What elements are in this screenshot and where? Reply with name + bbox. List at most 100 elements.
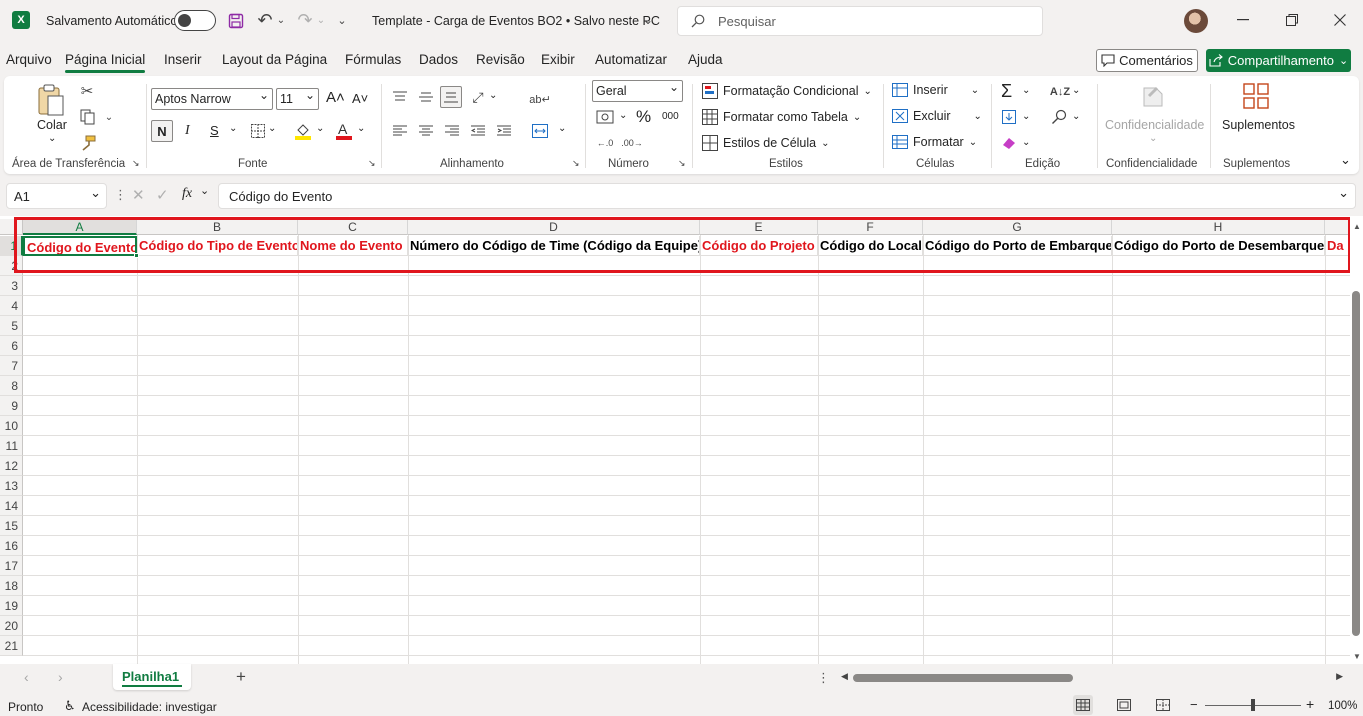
row-header-4[interactable]: 4 xyxy=(0,296,23,316)
align-bottom-icon[interactable] xyxy=(440,86,462,108)
sheet-tab-planilha1[interactable]: Planilha1 xyxy=(113,664,191,690)
format-cells-button[interactable]: Formatar ⌄ xyxy=(892,135,977,149)
merge-dropdown-icon[interactable]: ⌄ xyxy=(558,123,566,134)
add-sheet-button[interactable]: + xyxy=(236,667,246,687)
font-color-dropdown-icon[interactable]: ⌄ xyxy=(357,123,365,134)
format-as-table-button[interactable]: Formatar como Tabela ⌄ xyxy=(702,109,861,125)
minimize-icon[interactable] xyxy=(1235,12,1251,28)
accounting-dropdown-icon[interactable]: ⌄ xyxy=(619,110,627,121)
save-icon[interactable] xyxy=(227,12,245,30)
align-middle-icon[interactable] xyxy=(417,88,435,106)
bold-button[interactable]: N xyxy=(151,120,173,142)
file-title[interactable]: Template - Carga de Eventos BO2 • Salvo … xyxy=(372,0,660,42)
row-header-6[interactable]: 6 xyxy=(0,336,23,356)
tab-inserir[interactable]: Inserir xyxy=(164,52,202,67)
row-header-21[interactable]: 21 xyxy=(0,636,23,656)
row-header-20[interactable]: 20 xyxy=(0,616,23,636)
wrap-text-icon[interactable]: ab↵ xyxy=(529,88,550,110)
scroll-up-icon[interactable]: ▲ xyxy=(1353,222,1361,231)
tab-automatizar[interactable]: Automatizar xyxy=(595,52,667,67)
search-box[interactable]: Pesquisar xyxy=(677,6,1043,36)
autosum-icon[interactable]: Σ xyxy=(1001,81,1012,102)
next-sheet-icon[interactable]: › xyxy=(58,669,63,685)
page-break-view-icon[interactable] xyxy=(1155,697,1171,713)
find-select-dropdown-icon[interactable]: ⌄ xyxy=(1072,111,1080,122)
row-header-5[interactable]: 5 xyxy=(0,316,23,336)
orientation-icon[interactable]: ⤢ xyxy=(469,88,487,106)
borders-dropdown-icon[interactable]: ⌄ xyxy=(268,123,276,134)
customize-toolbar-icon[interactable]: ⌄ xyxy=(335,12,349,28)
row-header-11[interactable]: 11 xyxy=(0,436,23,456)
fill-color-icon[interactable] xyxy=(294,121,312,141)
row-header-8[interactable]: 8 xyxy=(0,376,23,396)
paste-dropdown-icon[interactable]: ⌄ xyxy=(48,133,56,144)
fill-icon[interactable] xyxy=(1000,108,1018,126)
spreadsheet-grid[interactable]: A B C D E F G H 1 2 3 4 5 6 7 8 9 10 11 12 13 14 15 16 1… xyxy=(0,216,1350,664)
row-header-3[interactable]: 3 xyxy=(0,276,23,296)
undo-dropdown-icon[interactable]: ⌄ xyxy=(276,12,286,28)
addins-button[interactable]: Suplementos xyxy=(1222,118,1295,132)
cut-icon[interactable]: ✂ xyxy=(78,82,96,100)
formula-bar-options-icon[interactable]: ⋮ xyxy=(114,187,127,203)
row-header-9[interactable]: 9 xyxy=(0,396,23,416)
align-center-icon[interactable] xyxy=(417,122,435,140)
tab-pagina-inicial[interactable]: Página Inicial xyxy=(65,52,146,73)
decrease-decimal-icon[interactable]: .00→ xyxy=(621,134,643,152)
scroll-left-icon[interactable]: ◀ xyxy=(841,671,848,682)
row-header-7[interactable]: 7 xyxy=(0,356,23,376)
align-left-icon[interactable] xyxy=(391,122,409,140)
underline-button[interactable]: S xyxy=(210,123,219,138)
number-launcher-icon[interactable]: ↘ xyxy=(678,158,686,169)
align-right-icon[interactable] xyxy=(443,122,461,140)
formula-input[interactable]: Código do Evento ⌄ xyxy=(218,183,1356,209)
scroll-right-icon[interactable]: ▶ xyxy=(1336,671,1343,682)
title-dropdown-icon[interactable]: ⌄ xyxy=(642,13,654,27)
clear-icon[interactable] xyxy=(1000,134,1018,152)
cancel-entry-icon[interactable]: ✕ xyxy=(132,186,145,204)
row-header-16[interactable]: 16 xyxy=(0,536,23,556)
percent-button[interactable]: % xyxy=(636,107,651,127)
horizontal-scroll-thumb[interactable] xyxy=(853,674,1073,682)
confirm-entry-icon[interactable]: ✓ xyxy=(156,186,169,204)
row-header-10[interactable]: 10 xyxy=(0,416,23,436)
horizontal-scrollbar[interactable]: ◀ ▶ xyxy=(838,670,1346,686)
name-box-dropdown-icon[interactable]: ⌄ xyxy=(90,185,101,201)
alignment-launcher-icon[interactable]: ↘ xyxy=(572,158,580,169)
merge-center-icon[interactable] xyxy=(530,121,550,141)
font-color-icon[interactable]: A xyxy=(335,121,353,141)
sort-filter-dropdown-icon[interactable]: ⌄ xyxy=(1072,85,1080,96)
zoom-in-icon[interactable]: + xyxy=(1306,696,1314,712)
font-size-select[interactable]: 11 xyxy=(276,85,319,110)
autosave-toggle[interactable] xyxy=(174,10,216,31)
sort-filter-icon[interactable]: A↓Z xyxy=(1049,83,1071,101)
zoom-level[interactable]: 100% xyxy=(1328,700,1357,712)
row-header-18[interactable]: 18 xyxy=(0,576,23,596)
share-button[interactable]: Compartilhamento ⌄ xyxy=(1206,49,1351,72)
increase-decimal-icon[interactable]: ←.0 xyxy=(595,134,615,152)
expand-formula-bar-icon[interactable]: ⌄ xyxy=(1338,185,1349,201)
clear-dropdown-icon[interactable]: ⌄ xyxy=(1022,137,1030,148)
number-format-select[interactable]: Geral xyxy=(592,77,683,102)
find-select-icon[interactable] xyxy=(1050,108,1068,126)
row-header-19[interactable]: 19 xyxy=(0,596,23,616)
delete-cells-button[interactable]: Excluir ⌄ xyxy=(892,109,982,123)
decrease-font-icon[interactable]: A˅ xyxy=(352,91,368,106)
clipboard-launcher-icon[interactable]: ↘ xyxy=(132,158,140,169)
vertical-scroll-thumb[interactable] xyxy=(1352,291,1360,636)
tab-revisao[interactable]: Revisão xyxy=(476,52,525,67)
increase-font-icon[interactable]: A˄ xyxy=(326,89,345,106)
format-painter-icon[interactable] xyxy=(78,134,98,152)
row-header-12[interactable]: 12 xyxy=(0,456,23,476)
autosum-dropdown-icon[interactable]: ⌄ xyxy=(1022,85,1030,96)
row-header-15[interactable]: 15 xyxy=(0,516,23,536)
accessibility-status[interactable]: Acessibilidade: investigar xyxy=(82,700,217,714)
tab-exibir[interactable]: Exibir xyxy=(541,52,575,67)
thousands-button[interactable]: 000 xyxy=(662,111,679,122)
prev-sheet-icon[interactable]: ‹ xyxy=(24,669,29,685)
font-launcher-icon[interactable]: ↘ xyxy=(368,158,376,169)
tab-split-handle-icon[interactable]: ⋮ xyxy=(817,670,830,686)
accounting-format-icon[interactable] xyxy=(595,108,615,126)
row-header-17[interactable]: 17 xyxy=(0,556,23,576)
row-header-13[interactable]: 13 xyxy=(0,476,23,496)
addins-icon[interactable] xyxy=(1242,82,1270,110)
